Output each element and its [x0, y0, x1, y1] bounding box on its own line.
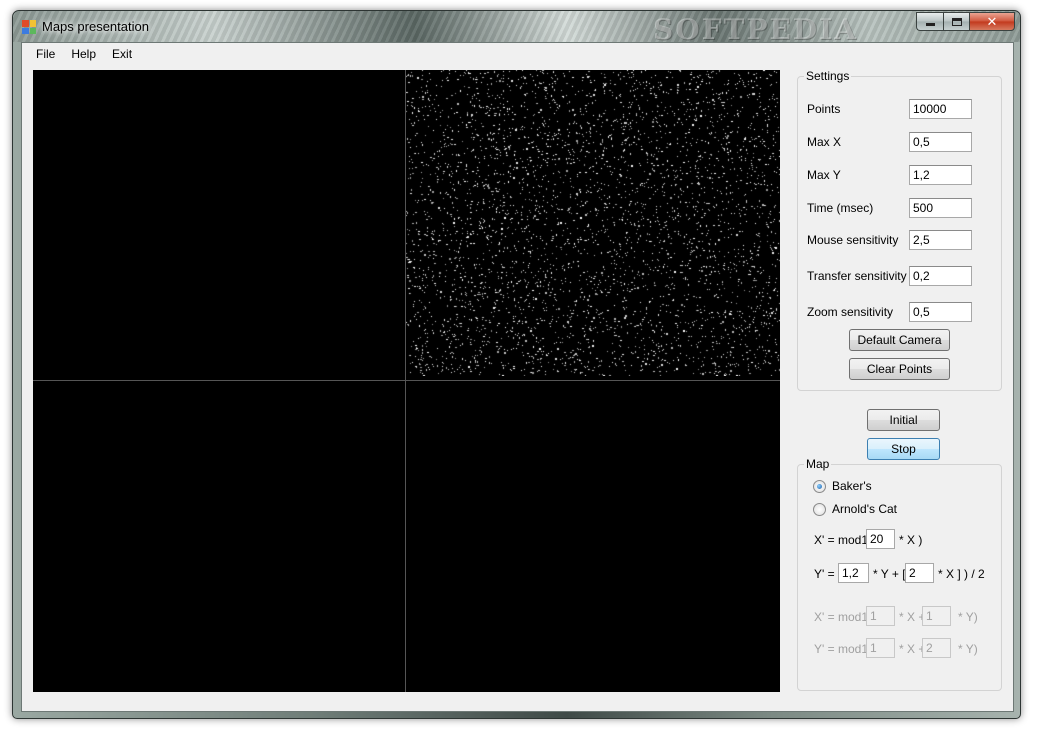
mouse-sensitivity-input[interactable]	[909, 230, 972, 250]
zoom-sensitivity-input[interactable]	[909, 302, 972, 322]
max-y-label: Max Y	[807, 168, 841, 182]
cat-x-coef2-input[interactable]	[922, 606, 951, 626]
transfer-sensitivity-label: Transfer sensitivity	[807, 269, 907, 283]
points-label: Points	[807, 102, 841, 116]
zoom-sensitivity-label: Zoom sensitivity	[807, 305, 894, 319]
window-controls: ✕	[916, 12, 1015, 31]
menu-file[interactable]: File	[28, 43, 63, 65]
baker-x-coef-input[interactable]	[866, 529, 895, 549]
menu-bar: File Help Exit	[22, 43, 140, 65]
close-icon: ✕	[986, 13, 998, 29]
menu-exit[interactable]: Exit	[104, 43, 140, 65]
map-viewport[interactable]	[33, 70, 780, 692]
radio-bakers-label: Baker's	[832, 479, 872, 493]
initial-button[interactable]: Initial	[867, 409, 940, 431]
baker-y-xcoef-input[interactable]	[905, 563, 934, 583]
cat-y-coef1-input[interactable]	[866, 638, 895, 658]
settings-group-label: Settings	[804, 69, 852, 83]
max-x-input[interactable]	[909, 132, 972, 152]
maximize-button[interactable]	[943, 12, 969, 31]
viewport-divider-vertical	[405, 70, 406, 692]
baker-y-suffix: * X ] ) / 2	[938, 567, 985, 581]
mouse-sensitivity-label: Mouse sensitivity	[807, 233, 899, 247]
baker-x-suffix: * X )	[899, 533, 923, 547]
minimize-icon	[925, 23, 935, 26]
clear-points-button[interactable]: Clear Points	[849, 358, 950, 380]
maximize-icon	[951, 17, 962, 26]
default-camera-button[interactable]: Default Camera	[849, 329, 950, 351]
minimize-button[interactable]	[916, 12, 943, 31]
close-button[interactable]: ✕	[969, 12, 1015, 31]
map-group-label: Map	[804, 457, 832, 471]
time-label: Time (msec)	[807, 201, 874, 215]
cat-x-coef1-input[interactable]	[866, 606, 895, 626]
radio-arnolds-cat-label: Arnold's Cat	[832, 502, 897, 516]
cat-y-suffix: * Y)	[958, 642, 978, 656]
baker-y-mid: * Y + [	[873, 567, 906, 581]
settings-group: Settings Points Max X Max Y Time (msec) …	[797, 69, 1002, 391]
radio-bakers[interactable]: Baker's	[813, 479, 872, 493]
max-y-input[interactable]	[909, 165, 972, 185]
baker-y-coef-input[interactable]	[838, 563, 869, 583]
cat-y-coef2-input[interactable]	[922, 638, 951, 658]
time-input[interactable]	[909, 198, 972, 218]
stop-button[interactable]: Stop	[867, 438, 940, 460]
window-title: Maps presentation	[42, 19, 149, 34]
menu-help[interactable]: Help	[63, 43, 104, 65]
baker-x-prefix: X' = mod1(	[814, 533, 872, 547]
client-area: File Help Exit Settings Points Max X Max…	[21, 42, 1014, 712]
title-bar[interactable]: Maps presentation SOFTPEDIA ✕	[13, 11, 1020, 46]
radio-arnolds-cat-indicator[interactable]	[813, 502, 826, 516]
viewport-divider-horizontal	[33, 380, 780, 381]
cat-x-suffix: * Y)	[958, 610, 978, 624]
map-group: Map Baker's Arnold's Cat X' = mod1( * X …	[797, 457, 1002, 691]
radio-bakers-indicator[interactable]	[813, 479, 826, 493]
transfer-sensitivity-input[interactable]	[909, 266, 972, 286]
radio-arnolds-cat[interactable]: Arnold's Cat	[813, 502, 897, 516]
point-cloud-plot	[406, 70, 780, 376]
points-input[interactable]	[909, 99, 972, 119]
max-x-label: Max X	[807, 135, 842, 149]
app-icon	[22, 20, 36, 34]
cat-y-prefix: Y' = mod1(	[814, 642, 872, 656]
cat-x-prefix: X' = mod1(	[814, 610, 872, 624]
app-window: Maps presentation SOFTPEDIA ✕ File Help …	[12, 10, 1021, 719]
